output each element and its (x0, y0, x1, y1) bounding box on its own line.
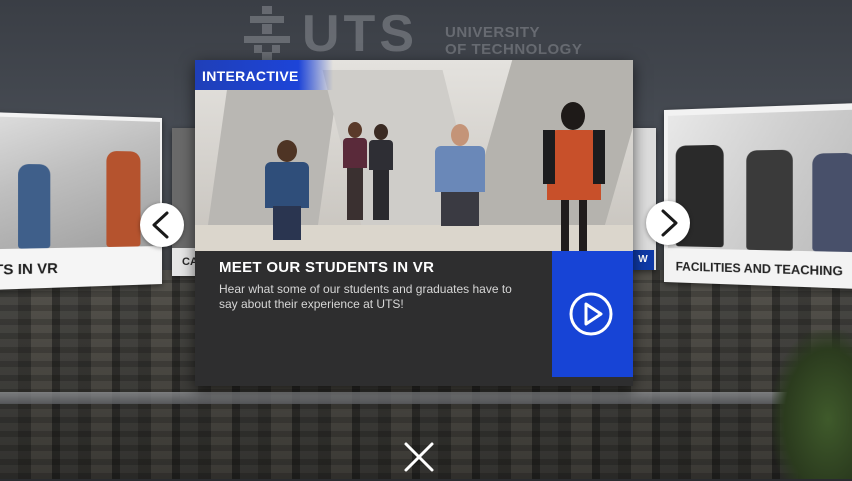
person-figure (543, 102, 605, 251)
chevron-left-icon (140, 203, 184, 247)
person-figure (106, 151, 140, 247)
carousel-card-right-image (668, 109, 852, 252)
close-icon (400, 438, 438, 476)
category-badge-label: INTERACTIVE (202, 68, 299, 84)
featured-card[interactable]: INTERACTIVE MEET OUR STUDENTS IN VR Hear… (195, 60, 633, 386)
featured-card-image: INTERACTIVE (195, 60, 633, 251)
uts-logo-subtitle-line1: UNIVERSITY (445, 24, 582, 41)
person-figure (746, 150, 793, 251)
previous-button[interactable] (140, 203, 184, 247)
person-figure (431, 124, 489, 226)
person-figure (367, 124, 395, 222)
uts-logo-subtitle: UNIVERSITY OF TECHNOLOGY (445, 24, 582, 58)
person-figure (341, 122, 369, 222)
uts-logo-mark-icon (240, 6, 296, 60)
uts-logo-text: UTS (302, 8, 418, 60)
uts-logo-subtitle-line2: OF TECHNOLOGY (445, 41, 582, 58)
carousel-card-right-partial-tag: W (632, 250, 654, 270)
carousel-card-right-partial[interactable]: W (632, 128, 656, 270)
carousel-card-right-caption-bar: FACILITIES AND TEACHING (668, 248, 852, 289)
carousel-card-right[interactable]: FACILITIES AND TEACHING (664, 103, 852, 289)
background-railing (0, 392, 852, 404)
play-icon (568, 291, 614, 337)
featured-card-title: MEET OUR STUDENTS IN VR (219, 259, 434, 276)
carousel-card-right-caption: FACILITIES AND TEACHING (676, 259, 843, 278)
background-foliage (772, 330, 852, 479)
carousel-card-left-caption-bar: TS IN VR (0, 246, 160, 290)
carousel-card-left[interactable]: TS IN VR (0, 112, 162, 290)
person-figure (18, 164, 50, 249)
person-figure (261, 140, 313, 240)
carousel-card-left-image (0, 116, 160, 249)
person-figure (812, 153, 852, 252)
carousel-card-left-caption: TS IN VR (0, 259, 58, 278)
play-button[interactable] (552, 251, 633, 377)
next-button[interactable] (646, 201, 690, 245)
category-badge: INTERACTIVE (195, 60, 333, 90)
chevron-right-icon (646, 201, 690, 245)
close-button[interactable] (400, 438, 438, 476)
uts-logo: UTS UNIVERSITY OF TECHNOLOGY (240, 6, 600, 60)
featured-card-description: Hear what some of our students and gradu… (219, 282, 529, 312)
